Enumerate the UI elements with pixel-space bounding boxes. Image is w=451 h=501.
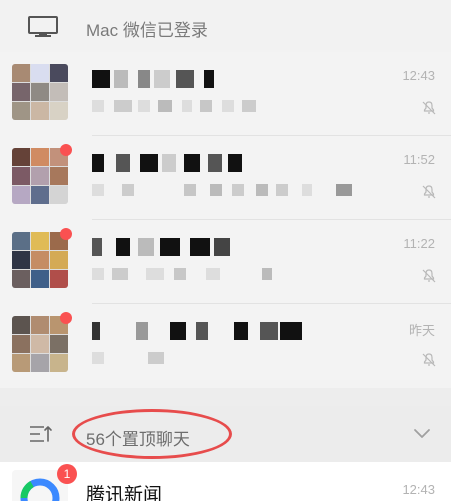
pinned-chat-row[interactable]: 11:22	[0, 220, 451, 304]
chat-title-blur	[92, 70, 232, 88]
chat-time: 12:43	[402, 68, 435, 83]
chat-title-blur	[92, 238, 242, 256]
chat-preview-blur	[92, 268, 282, 280]
pinned-chat-row[interactable]: 11:52	[0, 136, 451, 220]
chat-time: 12:43	[402, 482, 435, 497]
chevron-down-icon[interactable]	[413, 427, 431, 439]
wechat-chat-list-screen: Mac 微信已登录 12:43 11:52 11:22 昨天 56个置顶聊天 1…	[0, 0, 451, 501]
group-avatar	[12, 232, 68, 288]
chat-name: 腾讯新闻	[86, 485, 163, 501]
mute-icon	[422, 101, 436, 115]
group-avatar	[12, 64, 68, 120]
chat-time: 11:22	[403, 236, 435, 251]
chat-time: 11:52	[403, 152, 435, 167]
chat-preview-blur	[92, 352, 172, 364]
monitor-icon	[28, 16, 58, 37]
unread-count-badge: 1	[57, 464, 77, 484]
mute-icon	[422, 269, 436, 283]
collapse-list-icon	[30, 426, 52, 442]
unread-dot	[60, 228, 72, 240]
pinned-chat-row[interactable]: 12:43	[0, 52, 451, 136]
unread-dot	[60, 144, 72, 156]
annotation-circle	[72, 409, 232, 459]
pinned-chat-row[interactable]: 昨天	[0, 304, 451, 388]
pinned-chats-collapsed-bar[interactable]: 56个置顶聊天	[0, 406, 451, 462]
chat-preview-blur	[92, 100, 292, 112]
group-avatar	[12, 316, 68, 372]
chat-preview-blur	[92, 184, 352, 196]
group-avatar	[12, 148, 68, 204]
mute-icon	[422, 185, 436, 199]
unread-dot	[60, 312, 72, 324]
mac-login-bar[interactable]: Mac 微信已登录	[0, 0, 451, 52]
chat-time: 昨天	[408, 323, 435, 338]
chat-title-blur	[92, 154, 262, 172]
mac-login-label: Mac 微信已登录	[86, 21, 208, 40]
tencent-news-row[interactable]: 1 腾讯新闻 12:43	[0, 462, 451, 501]
chat-title-blur	[92, 322, 322, 340]
mute-icon	[422, 353, 436, 367]
